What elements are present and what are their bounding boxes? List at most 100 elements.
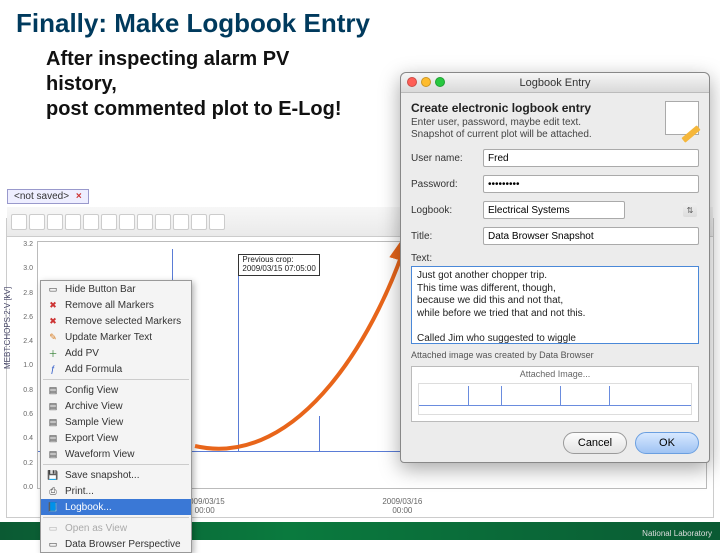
user-label: User name: [411,153,477,164]
add-formula-icon: ƒ [47,363,59,375]
tb-btn[interactable] [101,214,117,230]
y-tick: 2.6 [9,314,33,321]
menu-item-label: Open as View [65,523,127,534]
tb-btn[interactable] [137,214,153,230]
window-close-icon[interactable] [407,77,417,87]
archive-view-icon: ▤ [47,400,59,412]
edit-note-icon [665,101,699,135]
cancel-button[interactable]: Cancel [563,432,627,454]
user-name-input[interactable] [483,149,699,167]
title-label: Title: [411,231,477,242]
add-pv-icon: ＋ [47,347,59,359]
entry-text-area[interactable]: Just got another chopper trip. This time… [411,266,699,344]
ok-button[interactable]: OK [635,432,699,454]
tb-btn[interactable] [65,214,81,230]
dialog-subheading: Enter user, password, maybe edit text. S… [411,117,657,141]
password-input[interactable] [483,175,699,193]
menu-item-label: Print... [65,486,94,497]
password-label: Password: [411,179,477,190]
menu-item-logbook[interactable]: 📘Logbook... [41,499,191,515]
logbook-entry-dialog: Logbook Entry Create electronic logbook … [400,72,710,463]
tb-btn[interactable] [191,214,207,230]
menu-separator [43,464,189,465]
menu-item-label: Update Marker Text [65,332,152,343]
title-input[interactable] [483,227,699,245]
menu-item-open-as-view: ▭ Open as View [41,520,191,536]
menu-item-update-marker-text[interactable]: ✎ Update Marker Text [41,329,191,345]
trace-spike [238,260,239,452]
menu-item-label: Waveform View [65,449,134,460]
menu-item-label: Sample View [65,417,123,428]
config-view-icon: ▤ [47,384,59,396]
menu-item-archive-view[interactable]: ▤ Archive View [41,398,191,414]
close-tab-icon[interactable]: × [76,191,82,202]
menu-item-remove-selected-markers[interactable]: ✖ Remove selected Markers [41,313,191,329]
y-tick: 2.8 [9,290,33,297]
menu-item-label: Add PV [65,348,99,359]
menu-item-add-formula[interactable]: ƒ Add Formula [41,361,191,377]
menu-item-label: Remove selected Markers [65,316,181,327]
menu-item-export-view[interactable]: ▤Export View [41,430,191,446]
menu-item-label: Hide Button Bar [65,284,136,295]
tb-btn[interactable] [173,214,189,230]
menu-item-save-snapshot[interactable]: 💾 Save snapshot... [41,467,191,483]
menu-item-sample-view[interactable]: ▤ Sample View [41,414,191,430]
plot-tab-label: <not saved> [14,191,69,202]
menu-separator [43,517,189,518]
menu-item-label: Data Browser Perspective [65,539,181,550]
print-icon: ⎙ [47,485,59,497]
menu-item-config-view[interactable]: ▤Config View [41,382,191,398]
menu-item-remove-all-markers[interactable]: ✖Remove all Markers [41,297,191,313]
tb-btn[interactable] [83,214,99,230]
menu-item-label: Add Formula [65,364,122,375]
window-zoom-icon[interactable] [435,77,445,87]
dialog-title: Logbook Entry [520,77,591,89]
y-tick: 0.4 [9,435,33,442]
plot-annotation[interactable]: Previous crop:2009/03/15 07:05:00 [238,254,319,276]
context-menu: ▭ Hide Button Bar ✖Remove all Markers ✖ Remo… [40,280,192,553]
y-axis-ticks: 0.00.20.40.60.81.02.42.62.83.03.2 [9,241,33,491]
plot-tab[interactable]: <not saved> × [7,189,89,204]
y-tick: 0.2 [9,460,33,467]
dialog-heading: Create electronic logbook entry [411,101,657,115]
menu-item-label: Archive View [65,401,123,412]
y-tick: 0.6 [9,411,33,418]
menu-separator [43,379,189,380]
x-tick: 2009/03/1600:00 [362,497,442,515]
chevron-updown-icon[interactable]: ⇅ [683,203,697,217]
menu-item-add-pv[interactable]: ＋ Add PV [41,345,191,361]
menu-item-label: Export View [65,433,118,444]
hide-icon: ▭ [47,283,59,295]
attached-footnote: Attached image was created by Data Brows… [411,350,699,360]
tb-btn[interactable] [11,214,27,230]
dialog-titlebar[interactable]: Logbook Entry [401,73,709,93]
attached-image-label: Attached Image... [520,369,591,379]
trace-spike [319,416,320,452]
tb-btn[interactable] [119,214,135,230]
sample-view-icon: ▤ [47,416,59,428]
save-icon: 💾 [47,469,59,481]
y-tick: 0.0 [9,484,33,491]
logbook-select[interactable] [483,201,625,219]
waveform-view-icon: ▤ [47,448,59,460]
footer-lab: National Laboratory [642,529,712,538]
menu-item-waveform-view[interactable]: ▤ Waveform View [41,446,191,462]
open-as-view-icon: ▭ [47,522,59,534]
text-label: Text: [411,253,699,264]
slide-title: Finally: Make Logbook Entry [0,0,720,43]
menu-item-label: Save snapshot... [65,470,140,481]
update-marker-icon: ✎ [47,331,59,343]
tb-btn[interactable] [47,214,63,230]
slide-body-text: After inspecting alarm PV history, post … [0,43,360,122]
tb-btn[interactable] [29,214,45,230]
tb-btn[interactable] [209,214,225,230]
attached-image-preview[interactable]: Attached Image... [411,366,699,422]
tb-btn[interactable] [155,214,171,230]
logbook-icon: 📘 [47,501,59,513]
remove-selected-markers-icon: ✖ [47,315,59,327]
y-tick: 3.0 [9,265,33,272]
menu-item-print[interactable]: ⎙ Print... [41,483,191,499]
menu-item-data-browser-perspective[interactable]: ▭Data Browser Perspective [41,536,191,552]
menu-item-hide-button-bar[interactable]: ▭ Hide Button Bar [41,281,191,297]
window-minimize-icon[interactable] [421,77,431,87]
